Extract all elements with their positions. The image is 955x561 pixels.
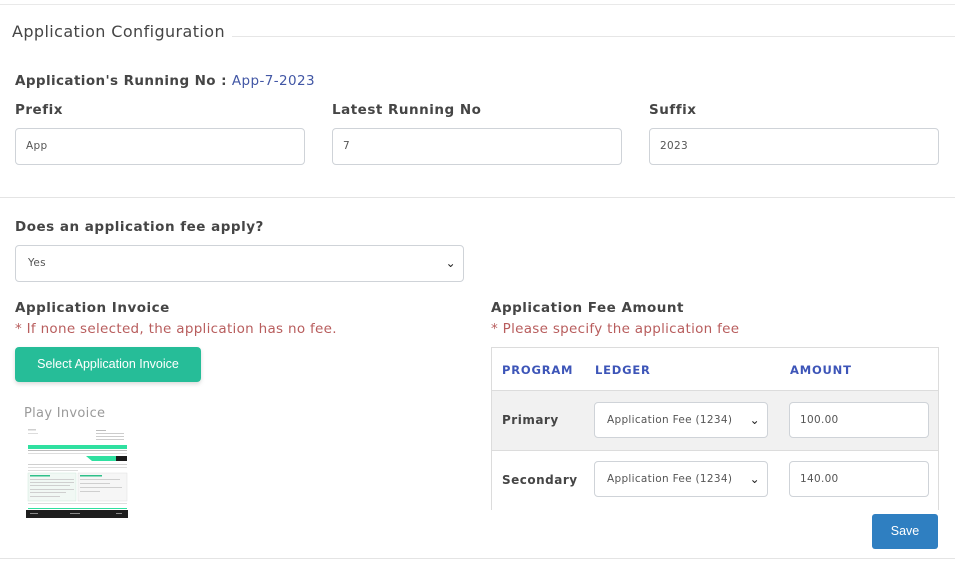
latest-running-label: Latest Running No [332, 102, 482, 118]
chevron-down-icon: ⌄ [445, 256, 456, 270]
table-row: Primary Application Fee (1234) ⌄ 100.00 [492, 390, 938, 450]
fee-apply-label: Does an application fee apply? [15, 219, 264, 235]
column-header-amount: AMOUNT [790, 363, 852, 377]
prefix-label: Prefix [15, 102, 63, 118]
section-divider [0, 197, 955, 198]
running-no-label: Application's Running No : [15, 73, 227, 89]
bottom-divider [0, 558, 955, 559]
fee-amount-label: Application Fee Amount [491, 300, 684, 316]
fee-apply-value: Yes [28, 257, 46, 269]
program-cell: Primary [502, 413, 559, 427]
program-cell: Secondary [502, 473, 578, 487]
suffix-label: Suffix [649, 102, 697, 118]
prefix-input[interactable]: App [15, 128, 305, 165]
amount-input[interactable]: 140.00 [789, 461, 929, 497]
suffix-input[interactable]: 2023 [649, 128, 939, 165]
invoice-thumbnail[interactable] [26, 426, 128, 518]
fee-apply-select[interactable]: Yes ⌄ [15, 245, 464, 282]
fee-amount-note: * Please specify the application fee [491, 321, 740, 337]
amount-input[interactable]: 100.00 [789, 402, 929, 438]
legend-divider [232, 36, 955, 37]
ledger-value: Application Fee (1234) [607, 473, 733, 485]
select-invoice-button[interactable]: Select Application Invoice [15, 347, 201, 382]
running-no-value: App-7-2023 [231, 73, 315, 89]
top-divider [0, 4, 955, 5]
save-button[interactable]: Save [872, 514, 938, 549]
chevron-down-icon: ⌄ [749, 413, 760, 427]
invoice-name: Play Invoice [24, 406, 106, 421]
latest-running-input[interactable]: 7 [332, 128, 622, 165]
ledger-select[interactable]: Application Fee (1234) ⌄ [594, 402, 768, 438]
column-header-ledger: LEDGER [595, 363, 651, 377]
invoice-note: * If none selected, the application has … [15, 321, 337, 337]
column-header-program: PROGRAM [502, 363, 574, 377]
invoice-label: Application Invoice [15, 300, 170, 316]
running-no: Application's Running No : App-7-2023 [15, 73, 315, 89]
chevron-down-icon: ⌄ [749, 472, 760, 486]
section-title: Application Configuration [12, 22, 225, 41]
fee-table: PROGRAM LEDGER AMOUNT Primary Applicatio… [491, 347, 939, 510]
ledger-select[interactable]: Application Fee (1234) ⌄ [594, 461, 768, 497]
table-row: Secondary Application Fee (1234) ⌄ 140.0… [492, 450, 938, 510]
ledger-value: Application Fee (1234) [607, 414, 733, 426]
